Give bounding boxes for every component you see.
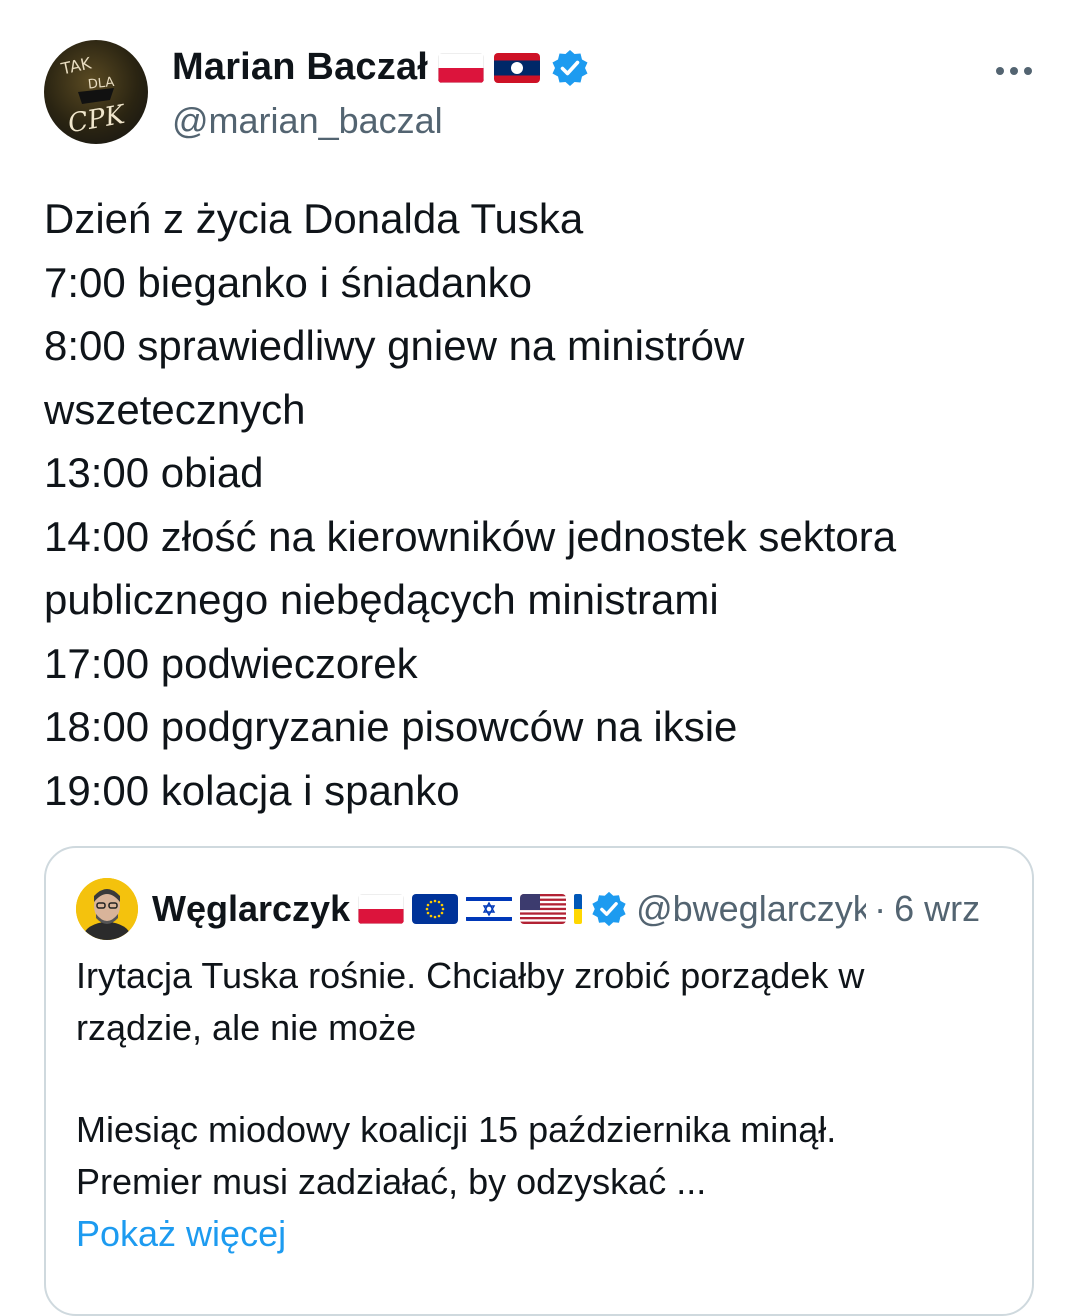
quoted-text-line: Premier musi zadziałać, by odzyskać ... bbox=[76, 1161, 707, 1202]
more-horizontal-icon[interactable] bbox=[994, 54, 1034, 77]
tweet-line: 18:00 podgryzanie pisowców na iksie bbox=[44, 703, 738, 750]
quoted-author-avatar[interactable] bbox=[76, 878, 138, 940]
quoted-text-line: Miesiąc miodowy koalicji 15 października… bbox=[76, 1109, 837, 1150]
quoted-tweet-header: Węglarczyk @bweglarczyk · 6 wrz bbox=[76, 878, 1016, 940]
author-display-name[interactable]: Marian Baczał bbox=[172, 46, 428, 89]
poland-flag-icon bbox=[358, 894, 405, 924]
eu-flag-icon bbox=[412, 894, 459, 924]
usa-flag-icon bbox=[520, 894, 567, 924]
israel-flag-icon bbox=[466, 894, 513, 924]
date-separator: · bbox=[874, 888, 887, 929]
avatar-text-cpk: CPK bbox=[66, 100, 129, 140]
author-name-row: Marian Baczał bbox=[172, 46, 590, 89]
tweet-line: publicznego niebędących ministrami bbox=[44, 576, 719, 623]
ukraine-flag-icon bbox=[574, 894, 583, 924]
show-more-link[interactable]: Pokaż więcej bbox=[76, 1208, 1016, 1260]
tweet-line: Dzień z życia Donalda Tuska bbox=[44, 195, 584, 242]
quoted-text-line: rządzie, ale nie może bbox=[76, 1007, 417, 1048]
tweet-line: 14:00 złość na kierowników jednostek sek… bbox=[44, 512, 897, 560]
poland-flag-icon bbox=[438, 52, 485, 83]
avatar-text-tak: TAK bbox=[59, 53, 94, 78]
tweet-line: 8:00 sprawiedliwy gniew na ministrów bbox=[44, 322, 745, 369]
verified-badge-icon bbox=[550, 48, 590, 88]
quoted-tweet-date[interactable]: 6 wrz bbox=[894, 888, 980, 930]
avatar-art: TAK DLA CPK bbox=[59, 53, 129, 140]
author-handle[interactable]: @marian_baczal bbox=[172, 100, 443, 142]
tweet-line: 13:00 obiad bbox=[44, 449, 264, 496]
tweet-line: 17:00 podwieczorek bbox=[44, 639, 418, 687]
tweet-text: Dzień z życia Donalda Tuska 7:00 biegank… bbox=[44, 187, 1044, 822]
quoted-tweet-text: Irytacja Tuska rośnie. Chciałby zrobić p… bbox=[76, 950, 1016, 1260]
laos-flag-icon bbox=[494, 52, 541, 83]
quoted-author-name[interactable]: Węglarczyk bbox=[152, 888, 350, 930]
author-avatar[interactable]: TAK DLA CPK bbox=[44, 40, 148, 144]
verified-badge-icon bbox=[590, 890, 628, 928]
tweet-line: 7:00 bieganko i śniadanko bbox=[44, 258, 533, 306]
tweet-line: wszetecznych bbox=[44, 385, 306, 433]
quoted-text-line: Irytacja Tuska rośnie. Chciałby zrobić p… bbox=[76, 955, 865, 996]
tweet-line: 19:00 kolacja i spanko bbox=[44, 766, 460, 814]
quoted-tweet-card[interactable]: Węglarczyk @bweglarczyk · 6 wrz Irytacja… bbox=[44, 846, 1034, 1316]
tweet-header: TAK DLA CPK Marian Baczał @marian_baczal bbox=[44, 40, 1044, 150]
quoted-author-handle[interactable]: @bweglarczyk bbox=[636, 888, 866, 930]
